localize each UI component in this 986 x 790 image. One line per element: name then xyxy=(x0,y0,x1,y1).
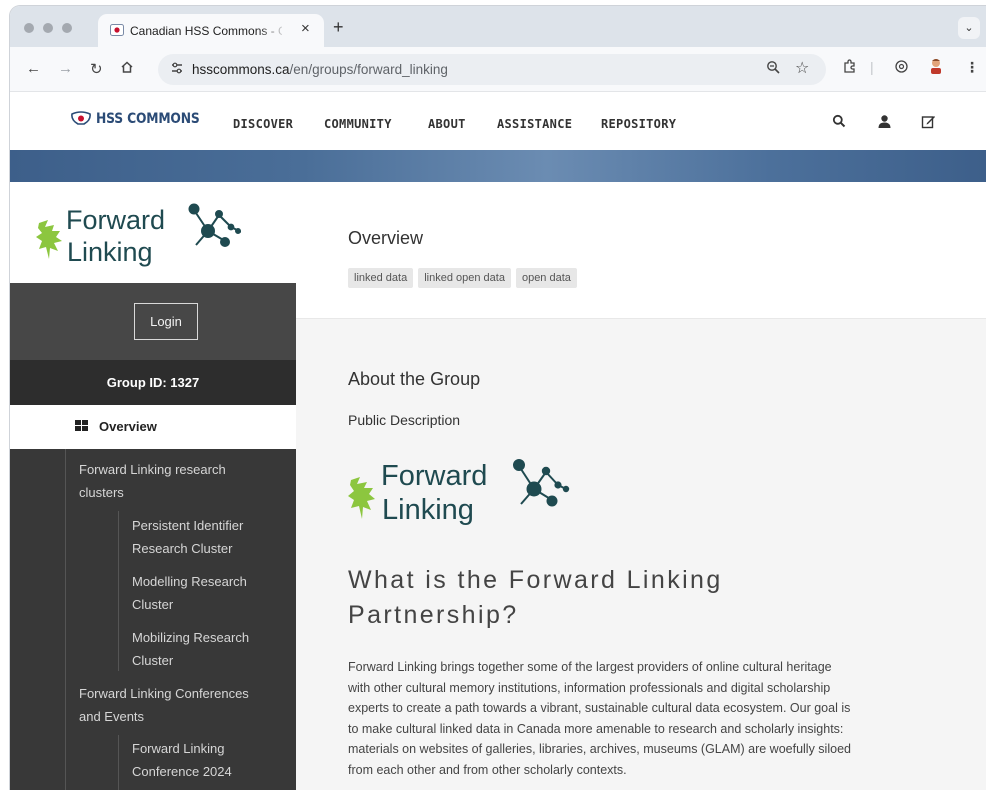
partnership-heading: What is the Forward Linking Partnership? xyxy=(348,563,868,633)
bookmark-star-icon[interactable]: ☆ xyxy=(795,58,809,78)
paragraph-line: Forward Linking brings together some of … xyxy=(348,660,832,674)
sidebar-item-label: Mobilizing Research xyxy=(132,630,250,645)
paragraph-line: materials on websites of galleries, libr… xyxy=(348,742,851,756)
page-title: Overview xyxy=(348,228,424,248)
sidebar-item-label: Research Cluster xyxy=(132,540,233,556)
hss-commons-logo[interactable]: HSS COMMONS xyxy=(70,111,214,127)
nav-repository[interactable]: REPOSITORY xyxy=(601,117,676,131)
paragraph-line: with other cultural memory institutions,… xyxy=(348,680,831,695)
new-tab-button[interactable]: + xyxy=(333,17,344,38)
sidebar-item-overview[interactable]: Overview xyxy=(10,405,296,449)
url-path: /en/groups/forward_linking xyxy=(289,62,448,77)
sidebar-item-mobilizing[interactable]: Mobilizing Research Cluster xyxy=(132,627,249,672)
menu-icon[interactable]: ⋮ xyxy=(965,59,979,76)
favicon-icon xyxy=(110,24,124,36)
sidebar-item-label: Overview xyxy=(99,419,157,434)
site-header: HSS COMMONS DISCOVER COMMUNITY ABOUT ASS… xyxy=(10,92,986,150)
close-window-dot[interactable] xyxy=(24,23,34,33)
tab-close-button[interactable]: × xyxy=(301,20,310,37)
logo-word-linking: Linking xyxy=(382,494,474,526)
browser-toolbar: ← → ↻ hsscommons.ca/en/groups/forward_li… xyxy=(10,47,986,92)
circle-icon[interactable] xyxy=(894,59,909,77)
sidebar-item-label: Persistent Identifier xyxy=(132,518,244,533)
url-text[interactable]: hsscommons.ca/en/groups/forward_linking xyxy=(192,62,448,77)
sidebar-item-label: Modelling Research xyxy=(132,574,247,589)
nav-assistance[interactable]: ASSISTANCE xyxy=(497,117,572,131)
browser-tab[interactable]: Canadian HSS Commons - Gr × xyxy=(98,14,324,47)
site-settings-icon[interactable] xyxy=(170,61,184,78)
tab-strip: Canadian HSS Commons - Gr × + ⌄ xyxy=(10,6,986,47)
edit-icon[interactable] xyxy=(921,114,936,134)
forward-icon[interactable]: → xyxy=(58,60,73,77)
network-graph-icon xyxy=(513,459,570,507)
public-description-label: Public Description xyxy=(348,412,461,428)
heading-line: What is the Forward Linking xyxy=(348,566,723,594)
sidebar-item-label: Conference 2024 xyxy=(132,763,232,779)
paragraph-line: from each other and from other scholarly… xyxy=(348,762,627,777)
sidebar-item-research-clusters[interactable]: Forward Linking research clusters xyxy=(79,459,226,504)
hss-logo-icon xyxy=(71,111,91,125)
logo-text: HSS COMMONS xyxy=(96,111,200,127)
logo-word-linking: Linking xyxy=(67,237,153,267)
reload-icon[interactable]: ↻ xyxy=(90,60,103,78)
sidebar-item-modelling[interactable]: Modelling Research Cluster xyxy=(132,571,247,616)
zoom-window-dot[interactable] xyxy=(62,23,72,33)
nav-about[interactable]: ABOUT xyxy=(428,117,466,131)
url-host: hsscommons.ca xyxy=(192,62,290,77)
overview-header: Overview linked data linked open data op… xyxy=(296,182,986,319)
paragraph-line: to make cultural linked data in Canada m… xyxy=(348,721,844,736)
group-description: About the Group Public Description Forwa… xyxy=(296,319,986,790)
zoom-icon[interactable] xyxy=(766,60,781,78)
group-id-label: Group ID: 1327 xyxy=(10,360,296,405)
heading-line: Partnership? xyxy=(348,601,519,629)
tag-linked-data[interactable]: linked data xyxy=(348,268,414,288)
sidebar-item-label: Forward Linking research xyxy=(79,462,226,477)
logo-word-forward: Forward xyxy=(66,205,165,235)
address-bar[interactable]: hsscommons.ca/en/groups/forward_linking … xyxy=(158,54,826,85)
sidebar-item-label: and Events xyxy=(79,708,145,724)
description-paragraph: Forward Linking brings together some of … xyxy=(348,657,948,780)
sidebar-item-label: Cluster xyxy=(132,596,174,612)
minimize-window-dot[interactable] xyxy=(43,23,53,33)
search-icon[interactable] xyxy=(832,114,846,133)
forward-linking-logo-image: Forward Linking xyxy=(348,459,570,526)
tag-linked-open-data[interactable]: linked open data xyxy=(418,268,511,288)
login-button[interactable]: Login xyxy=(134,303,198,340)
user-icon[interactable] xyxy=(877,114,892,134)
tab-dropdown-icon[interactable]: ⌄ xyxy=(958,17,980,39)
nav-community[interactable]: COMMUNITY xyxy=(324,117,392,131)
group-logo-area: Forward Linking xyxy=(10,182,296,283)
home-icon[interactable] xyxy=(120,60,134,78)
profile-avatar-icon[interactable] xyxy=(928,57,944,78)
browser-window: Canadian HSS Commons - Gr × + ⌄ ← → ↻ hs… xyxy=(10,6,986,790)
nav-discover[interactable]: DISCOVER xyxy=(233,117,293,131)
tag-list: linked data linked open data open data xyxy=(348,268,577,288)
tag-open-data[interactable]: open data xyxy=(515,268,577,288)
grid-icon xyxy=(75,420,89,432)
sidebar-item-label: Cluster xyxy=(132,652,174,668)
header-banner xyxy=(10,150,986,182)
back-icon[interactable]: ← xyxy=(26,60,41,77)
sidebar-item-conferences[interactable]: Forward Linking Conferences and Events xyxy=(79,683,249,728)
logo-word-forward: Forward xyxy=(381,460,487,492)
about-heading: About the Group xyxy=(348,369,481,389)
sidebar-item-persistent-identifier[interactable]: Persistent Identifier Research Cluster xyxy=(132,515,243,560)
sidebar-item-label: clusters xyxy=(79,484,124,500)
paragraph-line: experts to create a path towards a vibra… xyxy=(348,701,851,715)
network-graph-icon xyxy=(188,203,241,247)
sidebar-item-label: Forward Linking Conferences xyxy=(79,686,249,701)
sidebar-item-conference-2024[interactable]: Forward Linking Conference 2024 xyxy=(132,738,232,783)
login-area: Login xyxy=(10,283,296,360)
extensions-icon[interactable] xyxy=(842,59,857,77)
forward-linking-logo[interactable]: Forward Linking xyxy=(36,197,241,271)
sidebar-nav-list: Forward Linking research clusters Persis… xyxy=(10,449,296,790)
sidebar-item-label: Forward Linking xyxy=(132,741,225,756)
